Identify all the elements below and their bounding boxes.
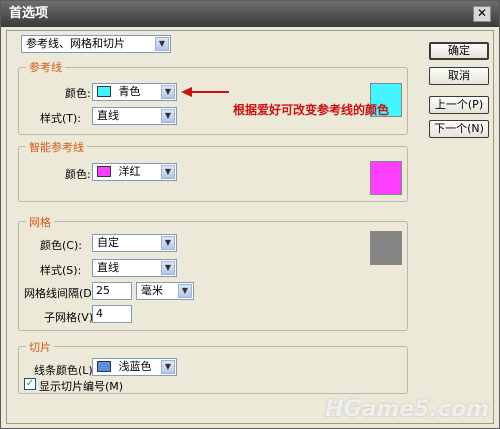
grid-subdiv-input[interactable]: 4 bbox=[92, 305, 132, 323]
grid-unit-value: 毫米 bbox=[141, 284, 163, 297]
grid-color-swatch[interactable] bbox=[370, 231, 402, 265]
guides-color-value: 青色 bbox=[118, 85, 141, 98]
guides-color-chip bbox=[97, 86, 111, 97]
chevron-down-icon: ▼ bbox=[161, 360, 175, 374]
window-title: 首选项 bbox=[9, 6, 49, 21]
guides-color-label: 颜色: bbox=[65, 87, 91, 100]
chevron-down-icon: ▼ bbox=[155, 37, 169, 51]
smart-guides-color-chip bbox=[97, 166, 111, 177]
watermark: HGame5.com bbox=[325, 397, 489, 422]
grid-subdiv-label: 子网格(V): bbox=[44, 311, 97, 324]
smart-guides-color-value: 洋红 bbox=[118, 165, 141, 178]
show-slice-numbers-checkbox[interactable]: ✓ bbox=[24, 378, 36, 390]
preferences-dialog: 首选项 ✕ 参考线、网格和切片 ▼ 确定 取消 上一个(P) 下一个(N) 参考… bbox=[0, 0, 500, 429]
chevron-down-icon: ▼ bbox=[178, 284, 192, 298]
close-button[interactable]: ✕ bbox=[473, 6, 491, 22]
prev-button[interactable]: 上一个(P) bbox=[429, 96, 489, 114]
grid-color-label: 颜色(C): bbox=[40, 239, 82, 252]
grid-color-select[interactable]: 自定 ▼ bbox=[92, 234, 177, 252]
guides-style-select[interactable]: 直线 ▼ bbox=[92, 107, 177, 125]
guides-style-value: 直线 bbox=[97, 109, 119, 122]
slices-line-color-chip bbox=[97, 361, 111, 372]
next-button[interactable]: 下一个(N) bbox=[429, 120, 489, 138]
grid-group-title: 网格 bbox=[26, 214, 54, 230]
show-slice-numbers-label: 显示切片编号(M) bbox=[39, 380, 124, 393]
chevron-down-icon: ▼ bbox=[161, 261, 175, 275]
cancel-button[interactable]: 取消 bbox=[429, 67, 489, 85]
smart-guides-color-swatch[interactable] bbox=[370, 161, 402, 195]
slices-line-color-label: 线条颜色(L): bbox=[34, 364, 97, 377]
grid-style-select[interactable]: 直线 ▼ bbox=[92, 259, 177, 277]
guides-color-select[interactable]: 青色 ▼ bbox=[92, 83, 177, 101]
guides-style-label: 样式(T): bbox=[40, 112, 82, 125]
chevron-down-icon: ▼ bbox=[161, 109, 175, 123]
slices-group-title: 切片 bbox=[26, 339, 54, 355]
chevron-down-icon: ▼ bbox=[161, 165, 175, 179]
category-select-value: 参考线、网格和切片 bbox=[26, 37, 125, 50]
grid-color-value: 自定 bbox=[97, 236, 119, 249]
grid-spacing-label: 网格线间隔(D): bbox=[24, 287, 100, 300]
grid-style-value: 直线 bbox=[97, 261, 119, 274]
slices-line-color-value: 浅蓝色 bbox=[118, 360, 152, 373]
chevron-down-icon: ▼ bbox=[161, 85, 175, 99]
slices-line-color-select[interactable]: 浅蓝色 ▼ bbox=[92, 358, 177, 376]
ok-button[interactable]: 确定 bbox=[429, 42, 489, 60]
title-bar: 首选项 bbox=[1, 1, 499, 27]
annotation-text: 根据爱好可改变参考线的颜色 bbox=[233, 103, 390, 117]
red-arrow-icon bbox=[181, 87, 229, 97]
chevron-down-icon: ▼ bbox=[161, 236, 175, 250]
smart-guides-color-label: 颜色: bbox=[65, 168, 91, 181]
smart-guides-color-select[interactable]: 洋红 ▼ bbox=[92, 163, 177, 181]
grid-style-label: 样式(S): bbox=[40, 264, 82, 277]
category-select[interactable]: 参考线、网格和切片 ▼ bbox=[21, 35, 171, 53]
grid-spacing-input[interactable]: 25 bbox=[92, 282, 132, 300]
smart-guides-group-title: 智能参考线 bbox=[26, 139, 87, 155]
grid-unit-select[interactable]: 毫米 ▼ bbox=[136, 282, 194, 300]
close-icon: ✕ bbox=[476, 6, 488, 20]
guides-group-title: 参考线 bbox=[26, 59, 65, 75]
